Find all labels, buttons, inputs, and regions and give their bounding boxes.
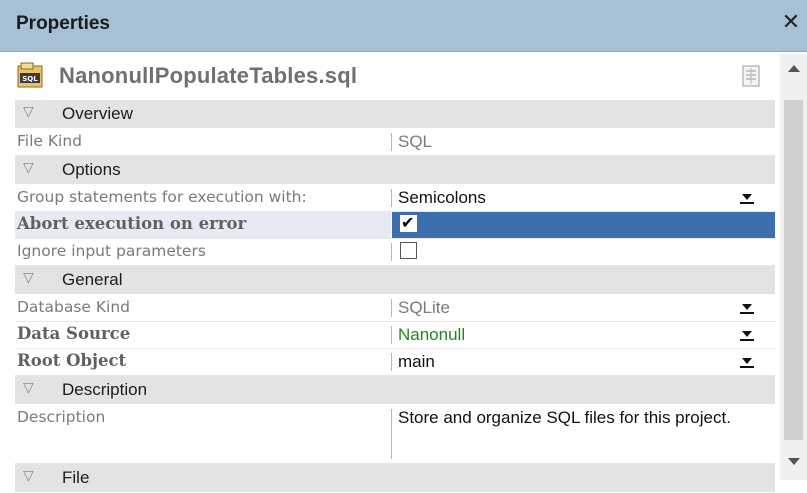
row-description[interactable]: Description Store and organize SQL files… <box>15 405 775 464</box>
scrollbar-thumb[interactable] <box>784 100 803 440</box>
panel-title: Properties <box>16 13 110 34</box>
row-abort-on-error[interactable]: Abort execution on error ✔ <box>15 212 775 239</box>
property-name: Abort execution on error <box>17 214 247 233</box>
section-title: General <box>62 270 123 289</box>
row-file-kind: File Kind SQL <box>15 129 775 156</box>
row-data-source[interactable]: Data Source Nanonull <box>15 322 775 349</box>
row-database-kind[interactable]: Database Kind SQLite <box>15 295 775 322</box>
database-kind-select[interactable]: SQLite <box>398 298 450 318</box>
collapse-icon[interactable]: ▽ <box>23 379 34 396</box>
property-name: Ignore input parameters <box>17 242 206 260</box>
abort-on-error-checkbox[interactable]: ✔ <box>400 213 417 232</box>
file-name: NanonullPopulateTables.sql <box>59 63 358 88</box>
section-description[interactable]: ▽ Description <box>15 376 775 405</box>
svg-text:SQL: SQL <box>22 75 38 83</box>
property-value: SQL <box>398 132 433 151</box>
section-file[interactable]: ▽ File <box>15 464 775 493</box>
property-name: Description <box>17 408 106 426</box>
column-divider <box>391 133 392 151</box>
section-title: File <box>62 468 90 487</box>
property-name: Root Object <box>17 351 127 370</box>
titlebar: Properties ✕ <box>0 0 807 52</box>
column-divider <box>391 326 392 344</box>
dropdown-arrow-icon[interactable] <box>739 301 755 315</box>
row-ignore-params[interactable]: Ignore input parameters <box>15 239 775 266</box>
group-statements-select[interactable]: Semicolons <box>398 188 486 208</box>
column-divider <box>391 409 392 459</box>
column-divider <box>391 243 392 261</box>
property-pages-icon[interactable] <box>740 64 762 88</box>
close-icon[interactable]: ✕ <box>781 10 801 36</box>
section-title: Overview <box>62 104 133 123</box>
selected-value-cell <box>392 212 775 238</box>
ignore-params-checkbox[interactable] <box>400 242 417 259</box>
section-overview[interactable]: ▽ Overview <box>15 100 775 129</box>
properties-window: Properties ✕ SQL NanonullPopulateTables.… <box>0 0 807 493</box>
section-options[interactable]: ▽ Options <box>15 156 775 185</box>
property-name: Database Kind <box>17 298 131 316</box>
column-divider <box>391 299 392 317</box>
dropdown-arrow-icon[interactable] <box>739 355 755 369</box>
property-name: Group statements for execution with: <box>17 188 307 206</box>
file-header: SQL NanonullPopulateTables.sql <box>15 54 775 98</box>
root-object-select[interactable]: main <box>398 352 435 372</box>
vertical-scrollbar[interactable] <box>780 54 807 480</box>
collapse-icon[interactable]: ▽ <box>23 269 34 286</box>
property-name: File Kind <box>17 132 82 150</box>
column-divider <box>391 353 392 371</box>
row-group-statements[interactable]: Group statements for execution with: Sem… <box>15 185 775 212</box>
column-divider <box>391 189 392 207</box>
collapse-icon[interactable]: ▽ <box>23 103 34 120</box>
scroll-down-icon[interactable] <box>788 458 800 465</box>
row-root-object[interactable]: Root Object main <box>15 349 775 376</box>
dropdown-arrow-icon[interactable] <box>739 191 755 205</box>
section-title: Options <box>62 160 121 179</box>
collapse-icon[interactable]: ▽ <box>23 159 34 176</box>
description-field[interactable]: Store and organize SQL files for this pr… <box>398 407 768 429</box>
section-general[interactable]: ▽ General <box>15 266 775 295</box>
data-source-select[interactable]: Nanonull <box>398 325 465 345</box>
section-title: Description <box>62 380 148 399</box>
checkmark-icon: ✔ <box>401 213 415 232</box>
property-grid: ▽ Overview File Kind SQL ▽ Options Group… <box>15 100 775 493</box>
property-name: Data Source <box>17 324 131 343</box>
sql-file-icon: SQL <box>17 62 43 88</box>
scroll-up-icon[interactable] <box>788 65 800 72</box>
collapse-icon[interactable]: ▽ <box>23 467 34 484</box>
dropdown-arrow-icon[interactable] <box>739 328 755 342</box>
